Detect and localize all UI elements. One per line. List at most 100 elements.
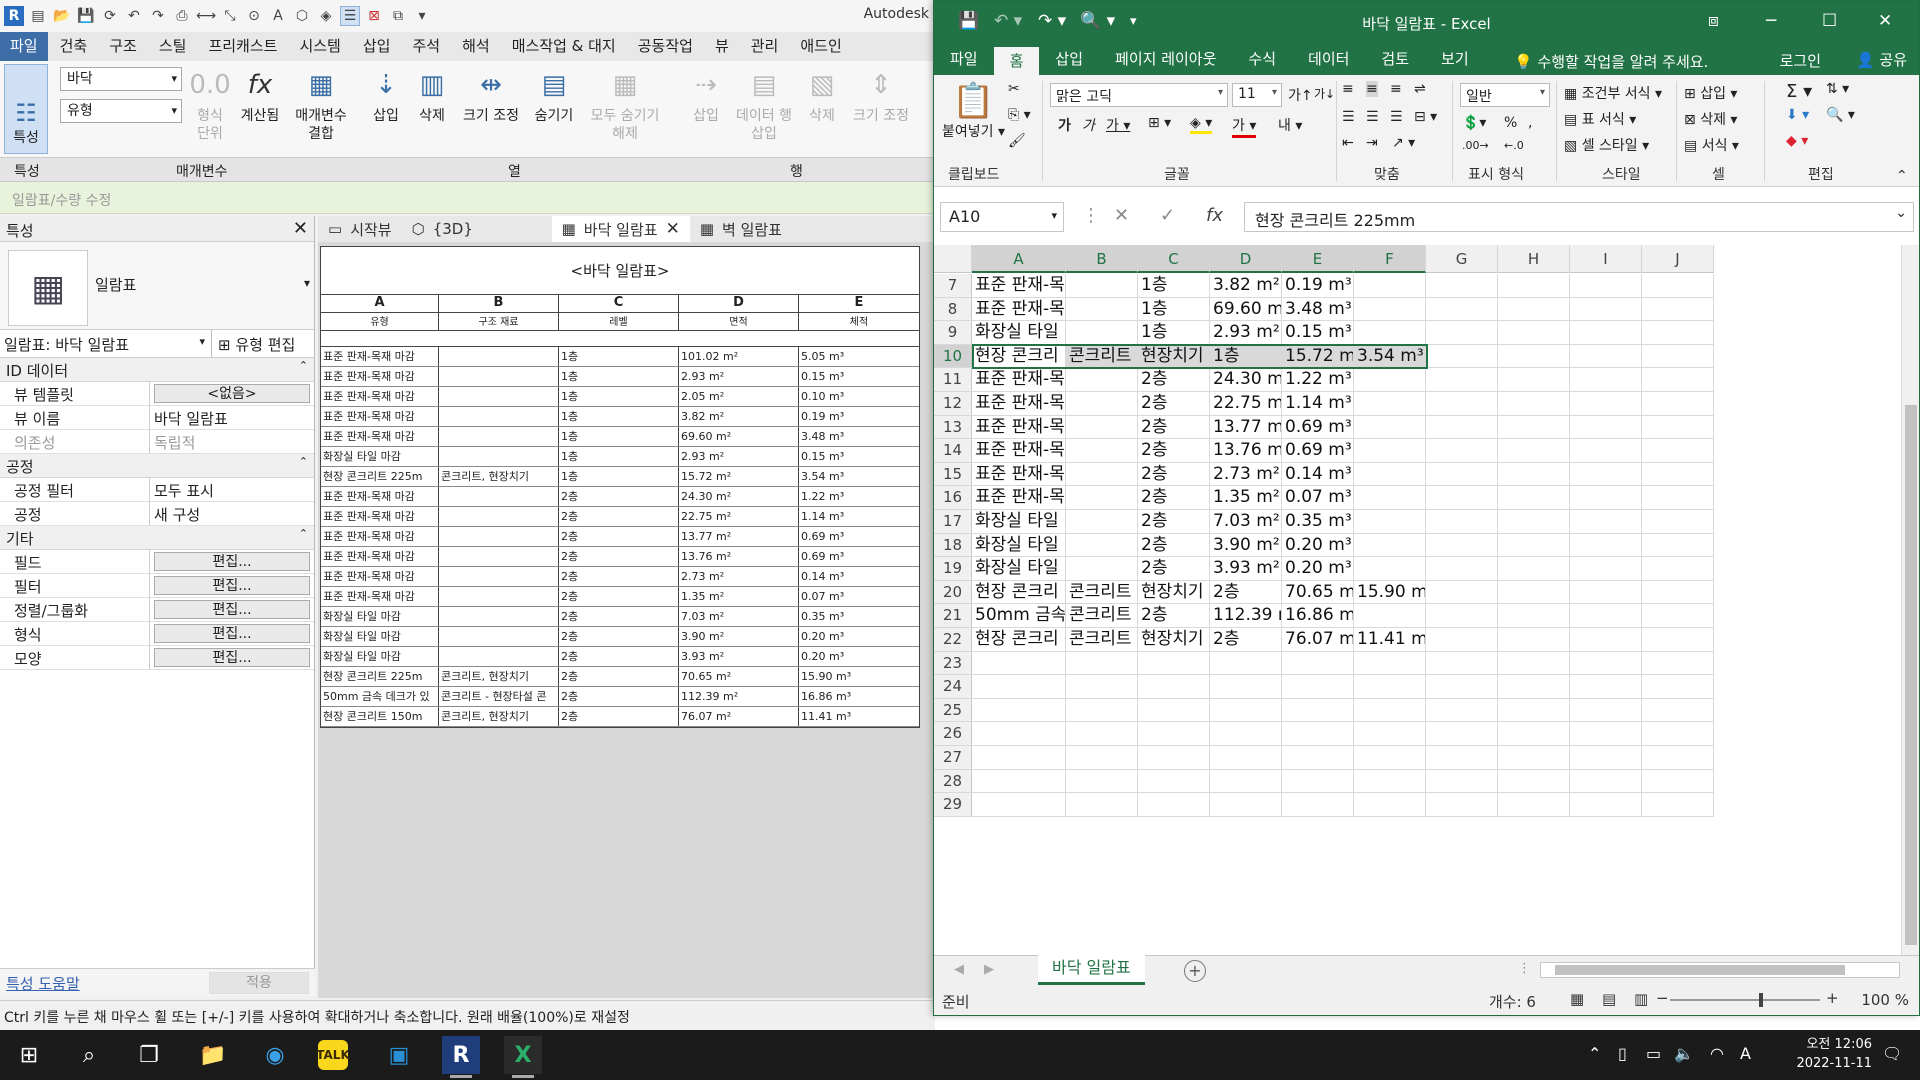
insert-row-button[interactable]: ⇢ 삽입: [686, 65, 726, 125]
cell[interactable]: [1426, 698, 1498, 722]
comma-icon[interactable]: ,: [1528, 115, 1532, 131]
excel-taskbar-icon[interactable]: X: [504, 1036, 542, 1078]
fill-icon[interactable]: ⬇ ▾: [1786, 107, 1809, 123]
revit-taskbar-icon[interactable]: R: [442, 1036, 480, 1078]
sync-icon[interactable]: ⟳: [100, 6, 120, 26]
schedule-cell[interactable]: 표준 판재-목재 마감: [321, 507, 439, 526]
schedule-cell[interactable]: 0.35 m³: [799, 607, 919, 626]
schedule-cell[interactable]: [439, 567, 559, 586]
column-header[interactable]: F: [1354, 245, 1426, 273]
row-header[interactable]: 26: [934, 722, 972, 745]
revit-logo-icon[interactable]: R: [4, 6, 24, 26]
italic-icon[interactable]: 가: [1082, 115, 1095, 135]
cell[interactable]: 1층: [1210, 344, 1282, 368]
schedule-cell[interactable]: 표준 판재-목재 마감: [321, 427, 439, 446]
notifications-icon[interactable]: 🗨: [1882, 1044, 1902, 1063]
cell[interactable]: [1642, 462, 1714, 486]
schedule-row[interactable]: 표준 판재-목재 마감 2층 1.35 m² 0.07 m³: [321, 587, 919, 607]
cell[interactable]: [1066, 392, 1138, 415]
cell[interactable]: [1426, 368, 1498, 391]
cell[interactable]: 0.19 m³: [1282, 274, 1354, 297]
schedule-cell[interactable]: 13.76 m²: [679, 547, 799, 566]
schedule-cell[interactable]: 0.20 m³: [799, 647, 919, 666]
tell-me-search[interactable]: 💡 수행할 작업을 알려 주세요.: [1514, 51, 1708, 72]
redo-icon[interactable]: ↷: [148, 6, 168, 26]
view-tab-3d[interactable]: ⬡ {3D}: [402, 216, 552, 242]
cell[interactable]: [1066, 415, 1138, 439]
sort-filter-icon[interactable]: ⇅ ▾: [1826, 81, 1849, 97]
schedule-cell[interactable]: 표준 판재-목재 마감: [321, 567, 439, 586]
type-selector[interactable]: 바닥: [60, 67, 182, 91]
schedule-cell[interactable]: [439, 487, 559, 506]
cell[interactable]: [1642, 486, 1714, 509]
cell[interactable]: [1498, 415, 1570, 439]
cell[interactable]: 표준 판재-목재 마감: [972, 274, 1066, 297]
schedule-cell[interactable]: 15.90 m³: [799, 667, 919, 686]
cell[interactable]: [1642, 675, 1714, 698]
cell[interactable]: [1498, 368, 1570, 391]
revit-tab-annotate[interactable]: 주석: [402, 32, 450, 61]
cell[interactable]: [1570, 439, 1642, 462]
cell[interactable]: [1498, 557, 1570, 580]
cell[interactable]: [1426, 297, 1498, 321]
cell[interactable]: [1066, 439, 1138, 462]
cell[interactable]: 112.39 m²: [1210, 604, 1282, 627]
cell[interactable]: [1642, 746, 1714, 769]
cell[interactable]: 2층: [1210, 628, 1282, 651]
cell[interactable]: [1282, 698, 1354, 722]
cell[interactable]: 표준 판재-목재 마감: [972, 439, 1066, 462]
combine-parameters-button[interactable]: ▦ 매개변수 결합: [288, 65, 354, 143]
cell[interactable]: 13.76 m²: [1210, 439, 1282, 462]
cell[interactable]: [1426, 604, 1498, 627]
schedule-cell[interactable]: 콘크리트, 현장치기: [439, 707, 559, 726]
row-header[interactable]: 25: [934, 698, 972, 722]
decrease-indent-icon[interactable]: ⇤: [1342, 135, 1354, 151]
cell[interactable]: 0.69 m³: [1282, 415, 1354, 439]
cell[interactable]: [1066, 321, 1138, 344]
schedule-cell[interactable]: 화장실 타일 마감: [321, 647, 439, 666]
cell[interactable]: 1층: [1138, 321, 1210, 344]
row-header[interactable]: 24: [934, 675, 972, 698]
schedule-cell[interactable]: 0.07 m³: [799, 587, 919, 606]
schedule-cell[interactable]: [439, 347, 559, 366]
cell[interactable]: [1354, 297, 1426, 321]
view-tab-wall-schedule[interactable]: ▦ 벽 일람표: [690, 216, 792, 242]
cell[interactable]: 13.77 m²: [1210, 415, 1282, 439]
cell[interactable]: [1282, 722, 1354, 745]
phonetic-icon[interactable]: 내 ▾: [1278, 115, 1302, 135]
cell[interactable]: [1354, 769, 1426, 793]
cell[interactable]: [1498, 274, 1570, 297]
schedule-cell[interactable]: 101.02 m²: [679, 347, 799, 366]
cell[interactable]: [1498, 675, 1570, 698]
view-tab-start[interactable]: ▭ 시작뷰: [318, 216, 402, 242]
revit-tab-precast[interactable]: 프리캐스트: [198, 32, 287, 61]
cell[interactable]: 11.41 m³: [1354, 628, 1426, 651]
type-selector-panel[interactable]: ▦ 일람표 ▾: [0, 242, 314, 330]
delete-cells-button[interactable]: ⊠ 삭제 ▾: [1684, 109, 1737, 129]
cell[interactable]: [1570, 557, 1642, 580]
page-layout-view-icon[interactable]: ▤: [1602, 990, 1616, 1008]
schedule-cell[interactable]: 0.15 m³: [799, 367, 919, 386]
cell[interactable]: [1426, 274, 1498, 297]
cell[interactable]: [1426, 557, 1498, 580]
border-icon[interactable]: ⊞ ▾: [1148, 115, 1171, 131]
schedule-cell[interactable]: 2층: [559, 667, 679, 686]
schedule-cell[interactable]: 24.30 m²: [679, 487, 799, 506]
schedule-cell[interactable]: 현장 콘크리트 225m: [321, 667, 439, 686]
type-selector-2[interactable]: 유형: [60, 99, 182, 123]
cell[interactable]: [1354, 557, 1426, 580]
schedule-row[interactable]: 표준 판재-목재 마감 1층 2.93 m² 0.15 m³: [321, 367, 919, 387]
ribbon-display-icon[interactable]: ⧈: [1708, 11, 1719, 31]
cell[interactable]: 표준 판재-목재 마감: [972, 415, 1066, 439]
edit-type-button[interactable]: ⊞ 유형 편집: [212, 330, 301, 357]
schedule-cell[interactable]: 0.15 m³: [799, 447, 919, 466]
schedule-cell[interactable]: 2층: [559, 567, 679, 586]
cell[interactable]: [1570, 651, 1642, 675]
schedule-cell[interactable]: 22.75 m²: [679, 507, 799, 526]
excel-tab-insert[interactable]: 삽입: [1039, 45, 1099, 75]
revit-tab-addins[interactable]: 애드인: [790, 32, 851, 61]
collapse-icon[interactable]: ⌃: [299, 359, 308, 372]
cell[interactable]: 화장실 타일 마감: [972, 510, 1066, 533]
cell[interactable]: [1570, 580, 1642, 604]
percent-icon[interactable]: %: [1504, 115, 1517, 131]
